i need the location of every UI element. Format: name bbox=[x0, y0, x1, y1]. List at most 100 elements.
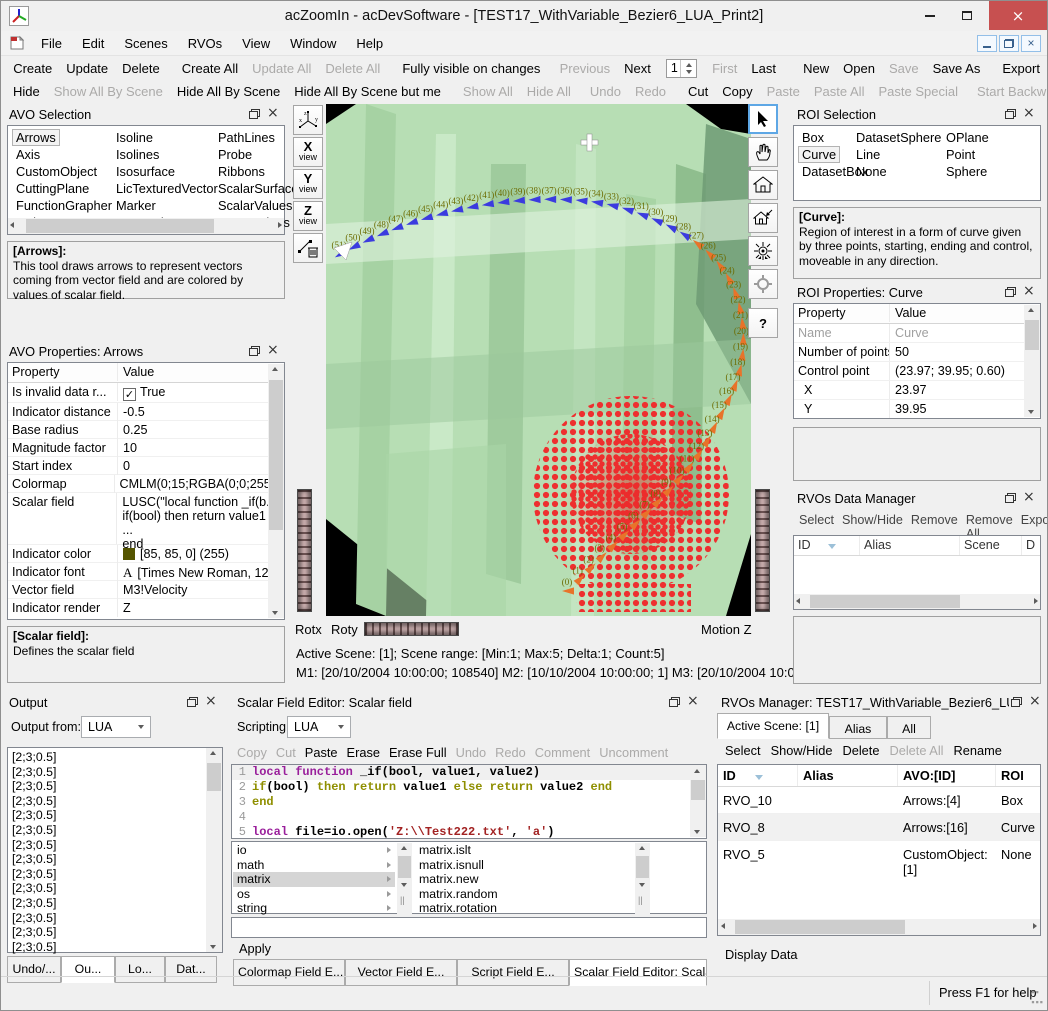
float-panel-icon[interactable] bbox=[187, 697, 198, 707]
avo-item-customobject[interactable]: CustomObject bbox=[16, 164, 112, 181]
roi-item-datasetbox[interactable]: DatasetBox bbox=[802, 164, 854, 181]
paste-special-button[interactable]: Paste Special bbox=[871, 81, 965, 102]
close-panel-icon[interactable]: × bbox=[687, 696, 699, 707]
delete-line-button[interactable] bbox=[293, 233, 323, 263]
export-button[interactable]: Export bbox=[995, 58, 1047, 79]
output-list[interactable]: [2;3;0.5] [2;3;0.5] [2;3;0.5] [2;3;0.5] … bbox=[7, 747, 223, 953]
prop-value[interactable]: CMLM(0;15;RGBA(0;0;255;... bbox=[115, 475, 284, 493]
function-search-input[interactable] bbox=[231, 917, 707, 938]
resize-grip[interactable]: ▪▪▪▪▪ bbox=[1031, 987, 1044, 1007]
avo-item-marker[interactable]: Marker bbox=[116, 198, 218, 215]
prop-value[interactable]: ✓True bbox=[118, 383, 170, 403]
prop-value[interactable]: 39.95 bbox=[890, 400, 932, 418]
show-all-button[interactable]: Show All bbox=[456, 81, 520, 102]
x-view-button[interactable]: Xview bbox=[293, 137, 323, 167]
prop-value[interactable]: M3!Velocity bbox=[118, 581, 192, 599]
table-row[interactable]: RVO_5CustomObject:[1]None bbox=[718, 841, 1040, 868]
rm-select-button[interactable]: Select bbox=[719, 741, 771, 761]
display-data-button[interactable]: Display Data bbox=[725, 947, 798, 962]
float-panel-icon[interactable] bbox=[249, 109, 260, 119]
new-button[interactable]: New bbox=[796, 58, 836, 79]
editor-erase-button[interactable]: Erase bbox=[347, 743, 389, 763]
library-vscrollbar[interactable]: || bbox=[397, 843, 412, 914]
library-list[interactable]: io math matrix os string bbox=[233, 843, 395, 916]
y-view-button[interactable]: Yview bbox=[293, 169, 323, 199]
lib-matrix[interactable]: matrix bbox=[233, 872, 395, 887]
delete-all-button[interactable]: Delete All bbox=[318, 58, 387, 79]
code-vscrollbar[interactable] bbox=[690, 766, 706, 837]
delete-button[interactable]: Delete bbox=[115, 58, 167, 79]
editor-erase-full-button[interactable]: Erase Full bbox=[389, 743, 456, 763]
prop-value[interactable]: [85, 85, 0] (255) bbox=[118, 545, 234, 563]
prop-value[interactable]: (23.97; 39.95; 0.60) bbox=[890, 362, 1010, 380]
editor-comment-button[interactable]: Comment bbox=[535, 743, 599, 763]
viewport-3d[interactable]: (51)(50)(49)(48)(47)(46)(45)(44)(43)(42)… bbox=[326, 104, 751, 616]
code-editor[interactable]: 1local function _if(bool, value1, value2… bbox=[231, 764, 707, 839]
output-vscrollbar[interactable] bbox=[206, 748, 222, 952]
roi-item-box[interactable]: Box bbox=[802, 130, 854, 147]
menu-help[interactable]: Help bbox=[346, 32, 393, 55]
column-header[interactable]: AVO:[ID] bbox=[898, 765, 996, 786]
home-button[interactable] bbox=[748, 170, 778, 200]
hide-button[interactable]: Hide bbox=[6, 81, 47, 102]
save-as-button[interactable]: Save As bbox=[926, 58, 988, 79]
fn-matrix-new[interactable]: matrix.new bbox=[415, 872, 633, 887]
fully-visible-button[interactable]: Fully visible on changes bbox=[395, 58, 547, 79]
mdi-restore-button[interactable] bbox=[999, 35, 1019, 52]
dm-remove-all-button[interactable]: Remove All bbox=[966, 511, 1021, 531]
column-header[interactable]: Property bbox=[8, 363, 118, 381]
undo-button[interactable]: Undo bbox=[583, 81, 628, 102]
tab-active-scene[interactable]: Active Scene: [1] bbox=[717, 713, 829, 739]
avo-item-ribbons[interactable]: Ribbons bbox=[218, 164, 284, 181]
show-all-by-scene-button[interactable]: Show All By Scene bbox=[47, 81, 170, 102]
column-header[interactable]: Alias bbox=[860, 536, 960, 555]
column-header[interactable]: Value bbox=[890, 304, 931, 322]
prop-value[interactable]: 50 bbox=[890, 343, 914, 361]
output-source-combo[interactable]: LUA bbox=[81, 716, 151, 738]
menu-rvos[interactable]: RVOs bbox=[178, 32, 232, 55]
prop-value[interactable]: 10 bbox=[118, 439, 142, 457]
first-button[interactable]: First bbox=[705, 58, 744, 79]
last-button[interactable]: Last bbox=[744, 58, 783, 79]
avo-item-axis[interactable]: Axis bbox=[16, 147, 112, 164]
column-header[interactable]: D bbox=[1022, 536, 1039, 555]
close-panel-icon[interactable]: × bbox=[267, 345, 279, 356]
function-vscrollbar[interactable]: || bbox=[635, 843, 650, 914]
menu-window[interactable]: Window bbox=[280, 32, 346, 55]
minimize-button[interactable] bbox=[913, 1, 947, 30]
checkbox-checked-icon[interactable]: ✓ bbox=[123, 388, 136, 401]
avo-item-scalarvalues[interactable]: ScalarValues bbox=[218, 198, 284, 215]
hide-all-but-me-button[interactable]: Hide All By Scene but me bbox=[287, 81, 448, 102]
editor-paste-button[interactable]: Paste bbox=[305, 743, 347, 763]
avo-item-cuttingplane[interactable]: CuttingPlane bbox=[16, 181, 112, 198]
prop-value[interactable]: Z bbox=[118, 599, 136, 617]
editor-cut-button[interactable]: Cut bbox=[276, 743, 305, 763]
rvos-manager-hscrollbar[interactable] bbox=[718, 919, 1040, 935]
zoom-thumbwheel[interactable] bbox=[755, 489, 770, 612]
close-panel-icon[interactable]: × bbox=[1023, 286, 1035, 297]
hide-all-button[interactable]: Hide All bbox=[520, 81, 578, 102]
editor-uncomment-button[interactable]: Uncomment bbox=[599, 743, 668, 763]
float-panel-icon[interactable] bbox=[1005, 287, 1016, 297]
prop-value[interactable]: LUSC("local function _if(b...if(bool) th… bbox=[117, 493, 284, 553]
dm-export-button[interactable]: Expo bbox=[1021, 511, 1048, 531]
rvos-dm-hscrollbar[interactable] bbox=[794, 594, 1040, 609]
hide-all-by-scene-button[interactable]: Hide All By Scene bbox=[170, 81, 287, 102]
update-button[interactable]: Update bbox=[59, 58, 115, 79]
float-panel-icon[interactable] bbox=[1005, 109, 1016, 119]
avo-properties-vscrollbar[interactable] bbox=[268, 364, 284, 618]
close-panel-icon[interactable]: × bbox=[1029, 696, 1041, 707]
avo-item-pathlines[interactable]: PathLines bbox=[218, 130, 284, 147]
editor-copy-button[interactable]: Copy bbox=[233, 743, 276, 763]
view-all-button[interactable] bbox=[748, 236, 778, 266]
fn-matrix-rotation[interactable]: matrix.rotation bbox=[415, 901, 633, 916]
copy-button[interactable]: Copy bbox=[715, 81, 759, 102]
rm-rename-button[interactable]: Rename bbox=[954, 741, 1002, 761]
roi-selection-list[interactable]: Box Curve DatasetBox DatasetSphere Line … bbox=[793, 125, 1041, 201]
prop-value[interactable]: -0.5 bbox=[118, 403, 150, 421]
dm-remove-button[interactable]: Remove bbox=[911, 511, 966, 531]
fn-matrix-random[interactable]: matrix.random bbox=[415, 887, 633, 902]
fn-matrix-isnull[interactable]: matrix.isnull bbox=[415, 858, 633, 873]
mdi-close-button[interactable]: × bbox=[1021, 35, 1041, 52]
splitter-handle[interactable]: || bbox=[638, 895, 643, 905]
